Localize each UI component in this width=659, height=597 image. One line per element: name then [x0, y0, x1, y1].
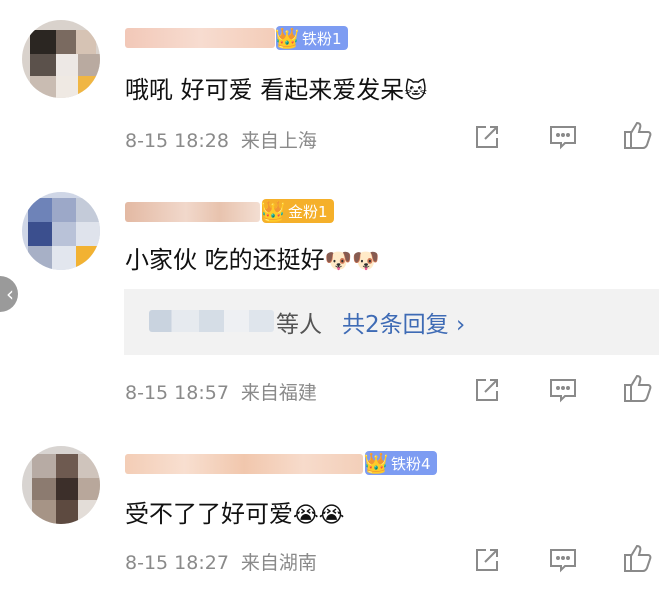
share-icon[interactable] [472, 122, 502, 152]
timestamp: 8-15 18:28 [125, 130, 229, 152]
comment-text: 小家伙 吃的还挺好 [125, 246, 325, 274]
reply-count-link[interactable]: 共2条回复 › [342, 305, 465, 339]
comment-text-wrap: 受不了了好可爱😭😭 [125, 494, 344, 529]
location: 来自湖南 [240, 552, 317, 574]
reply-usernames[interactable] [149, 310, 274, 332]
dog-emoji-icon: 🐶 [324, 249, 353, 274]
crown-icon: 👑 [363, 451, 389, 475]
cat-emoji-icon: 🐱 [404, 79, 428, 104]
comment-text: 受不了了好可爱 [125, 500, 293, 528]
reply-preview[interactable]: 等人 共2条回复 › [124, 289, 659, 355]
chevron-left-icon[interactable]: ‹ [0, 276, 18, 312]
like-icon[interactable] [622, 120, 652, 150]
like-icon[interactable] [622, 543, 652, 573]
comment-icon[interactable] [548, 122, 578, 152]
badge-label: 金粉1 [288, 202, 328, 221]
avatar[interactable] [22, 20, 100, 98]
username[interactable] [125, 28, 275, 48]
comment-text: 哦吼 好可爱 看起来爱发呆 [125, 76, 405, 104]
comment-text-wrap: 哦吼 好可爱 看起来爱发呆🐱 [125, 70, 427, 105]
location: 来自福建 [240, 382, 317, 404]
share-icon[interactable] [472, 545, 502, 575]
fan-badge: 👑 铁粉4 [364, 451, 437, 475]
crown-icon: 👑 [274, 26, 300, 50]
badge-label: 铁粉4 [391, 454, 431, 473]
timestamp: 8-15 18:57 [125, 382, 229, 404]
fan-badge: 👑 铁粉1 [275, 26, 348, 50]
comment-text-wrap: 小家伙 吃的还挺好🐶🐶 [125, 240, 379, 275]
location: 来自上海 [240, 130, 317, 152]
badge-label: 铁粉1 [302, 29, 342, 48]
comment-meta: 8-15 18:27 来自湖南 [125, 548, 317, 575]
comment-icon[interactable] [548, 375, 578, 405]
crown-icon: 👑 [260, 199, 286, 223]
comment-meta: 8-15 18:57 来自福建 [125, 378, 317, 405]
timestamp: 8-15 18:27 [125, 552, 229, 574]
comment-icon[interactable] [548, 545, 578, 575]
fan-badge: 👑 金粉1 [261, 199, 334, 223]
comment-meta: 8-15 18:28 来自上海 [125, 126, 317, 153]
reply-suffix: 等人 [276, 312, 322, 338]
avatar[interactable] [22, 446, 100, 524]
crying-emoji-icon: 😭 [293, 503, 319, 528]
username[interactable] [125, 202, 260, 222]
username[interactable] [125, 454, 363, 474]
avatar[interactable] [22, 192, 100, 270]
crying-emoji-icon: 😭 [318, 503, 345, 528]
dog-emoji-icon: 🐶 [352, 249, 380, 274]
share-icon[interactable] [472, 375, 502, 405]
like-icon[interactable] [622, 373, 652, 403]
